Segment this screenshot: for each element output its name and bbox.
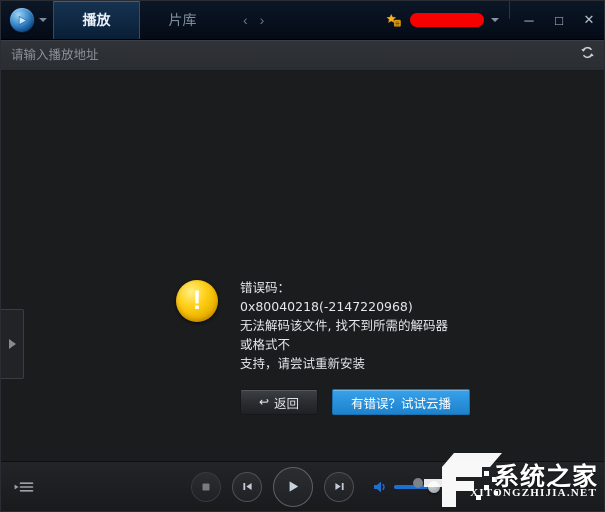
previous-button[interactable] — [232, 471, 262, 502]
return-arrow-icon: ↩ — [258, 395, 270, 409]
error-message: 错误码：0x80040218(-2147220968) 无法解码该文件, 找不到… — [240, 276, 448, 373]
right-triangle-icon — [8, 339, 16, 349]
playlist-toggle-icon[interactable] — [1, 480, 47, 494]
player-control-bar: 系统之家 XITONGZHIJIA.NET — [1, 453, 604, 511]
error-row: ! 错误码：0x80040218(-2147220968) 无法解码该文件, 找… — [176, 276, 476, 373]
error-dialog: ! 错误码：0x80040218(-2147220968) 无法解码该文件, 找… — [176, 276, 476, 415]
tab-library[interactable]: 片库 — [140, 1, 225, 39]
warning-exclamation-icon: ! — [176, 280, 218, 322]
tab-library-label: 片库 — [168, 12, 197, 28]
play-icon — [289, 481, 298, 492]
transport-controls — [191, 462, 354, 511]
play-button[interactable] — [273, 466, 313, 507]
chevron-left-icon[interactable]: ‹ — [243, 13, 248, 27]
watermark-en-text: XITONGZHIJIA.NET — [470, 487, 597, 499]
titlebar-divider — [509, 1, 510, 19]
close-button[interactable]: ✕ — [574, 1, 604, 39]
volume-icon[interactable] — [373, 480, 388, 494]
close-icon: ✕ — [583, 12, 595, 27]
back-button[interactable]: ↩ 返回 — [240, 389, 318, 415]
chevron-right-icon[interactable]: › — [260, 13, 265, 27]
player-logo-icon — [10, 8, 34, 32]
cloud-play-label: 有错误？试试云播 — [350, 395, 451, 411]
user-account-area — [384, 1, 505, 39]
video-stage: ! 错误码：0x80040218(-2147220968) 无法解码该文件, 找… — [1, 71, 604, 461]
window-controls: ─ □ ✕ — [514, 1, 604, 39]
stop-button[interactable] — [191, 471, 221, 502]
app-logo-area[interactable] — [1, 1, 53, 39]
tab-play-label: 播放 — [82, 12, 111, 28]
refresh-icon — [580, 45, 595, 65]
next-track-icon — [334, 483, 344, 490]
main-tabs: 播放 片库 — [53, 1, 225, 39]
cloud-play-button[interactable]: 有错误？试试云播 — [332, 389, 470, 415]
back-button-label: 返回 — [274, 395, 300, 411]
address-input[interactable] — [1, 48, 570, 62]
player-window: 播放 片库 ‹ › ─ □ ✕ 请输入播放地址 ! 错误码：0x80040218… — [0, 0, 605, 512]
maximize-button[interactable]: □ — [544, 1, 574, 39]
chevron-down-icon[interactable] — [491, 18, 499, 22]
title-bar: 播放 片库 ‹ › ─ □ ✕ — [1, 1, 604, 40]
minimize-button[interactable]: ─ — [514, 1, 544, 39]
tab-play[interactable]: 播放 — [53, 1, 140, 39]
previous-track-icon — [242, 483, 252, 490]
titlebar-spacer — [274, 1, 384, 39]
error-line-2: 无法解码该文件, 找不到所需的解码器或格式不 — [240, 318, 448, 352]
address-bar — [1, 40, 604, 71]
expand-panel-arrow-icon[interactable] — [1, 309, 24, 379]
maximize-icon: □ — [555, 12, 563, 28]
next-button[interactable] — [324, 471, 354, 502]
error-line-3: 支持，请尝试重新安装 — [240, 356, 366, 371]
volume-fill — [394, 484, 432, 489]
stop-icon — [202, 483, 210, 490]
minimize-icon: ─ — [524, 12, 534, 28]
volume-knob[interactable] — [428, 480, 440, 493]
volume-slider[interactable] — [394, 480, 442, 493]
chevron-down-icon[interactable] — [39, 18, 47, 22]
volume-control — [373, 462, 442, 511]
username-redacted[interactable] — [410, 13, 484, 27]
error-line-1: 错误码：0x80040218(-2147220968) — [240, 280, 413, 314]
history-nav: ‹ › — [225, 1, 274, 39]
exclamation-glyph: ! — [192, 284, 202, 315]
vip-star-icon[interactable] — [384, 11, 403, 30]
refresh-button[interactable] — [570, 40, 604, 70]
error-actions: ↩ 返回 有错误？试试云播 — [240, 389, 476, 415]
watermark-cn-text: 系统之家 — [493, 462, 598, 491]
